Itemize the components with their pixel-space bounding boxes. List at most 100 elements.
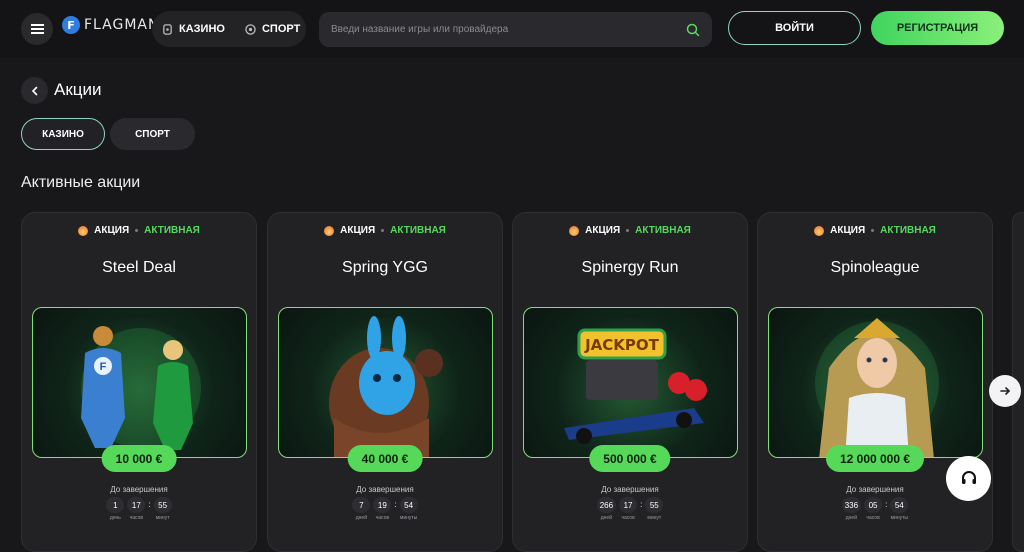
section-title: Активные акции xyxy=(21,174,141,191)
countdown-label: До завершения xyxy=(356,485,414,494)
card-meta: АКЦИЯ АКТИВНАЯ xyxy=(22,225,256,236)
timer-hours: 17 xyxy=(127,497,146,513)
timer-minutes: 54 xyxy=(399,497,418,513)
bunny-egg-illustration xyxy=(329,316,443,457)
timer-hours-label: часов xyxy=(129,515,144,521)
prize-badge: 12 000 000 € xyxy=(825,445,925,472)
countdown-label: До завершения xyxy=(601,485,659,494)
timer-hours-label: часов xyxy=(621,515,635,521)
separator-dot xyxy=(871,229,875,232)
status-badge: АКТИВНАЯ xyxy=(390,225,446,236)
promo-card[interactable]: АКЦИЯ АКТИВНАЯ Spinoleague 12 000 000 € … xyxy=(757,212,993,552)
separator-dot xyxy=(381,229,385,232)
superheroes-illustration: F xyxy=(81,326,201,450)
timer-days: 7 xyxy=(352,497,371,513)
top-header: F FLAGMAN КАЗИНО СПОРТ ВОЙТИ РЕГИСТРАЦИЯ xyxy=(0,0,1024,58)
arrow-right-icon xyxy=(1000,387,1011,395)
card-meta: АКЦИЯ АКТИВНАЯ xyxy=(513,225,747,236)
card-title: Spinergy Run xyxy=(581,259,679,276)
timer-days: 336 xyxy=(841,497,862,513)
separator-dot xyxy=(626,229,630,232)
timer-minutes-label: минуты xyxy=(890,515,908,521)
card-meta: АКЦИЯ АКТИВНАЯ xyxy=(758,225,992,236)
promo-image: F xyxy=(32,307,247,458)
timer-days-label: дней xyxy=(845,515,858,521)
timer-hours: 05 xyxy=(864,497,883,513)
prize-badge: 500 000 € xyxy=(589,445,671,472)
jackpot-race-illustration: JACKPOT xyxy=(564,328,707,444)
promo-card[interactable]: АКЦИЯ АКТИВНАЯ Steel Deal F 10 000 € До … xyxy=(21,212,257,552)
promo-image xyxy=(768,307,983,458)
flame-icon xyxy=(814,225,825,236)
tab-casino[interactable]: КАЗИНО xyxy=(21,118,105,150)
status-badge: АКТИВНАЯ xyxy=(635,225,691,236)
logo-text: FLAGMAN xyxy=(84,17,160,33)
timer-days-label: день xyxy=(109,515,121,521)
jackpot-sign: JACKPOT xyxy=(584,336,660,354)
countdown-timer: 7 дней 19 часов : 54 минуты xyxy=(268,497,502,521)
hero-emblem: F xyxy=(100,361,107,373)
timer-hours-label: часов xyxy=(866,515,880,521)
card-title: Spring YGG xyxy=(342,259,428,276)
logo[interactable]: F FLAGMAN xyxy=(62,16,159,34)
login-button[interactable]: ВОЙТИ xyxy=(728,11,861,45)
promo-card[interactable]: АКЦИЯ АКТИВНАЯ Spring YGG 40 000 € До за… xyxy=(267,212,503,552)
search-input[interactable] xyxy=(331,24,686,35)
menu-button[interactable] xyxy=(21,13,53,45)
countdown-label: До завершения xyxy=(110,485,168,494)
countdown-timer: 1 день 17 часов : 55 минут xyxy=(22,497,256,521)
goddess-illustration xyxy=(815,318,939,457)
timer-minutes-label: минут xyxy=(155,515,170,521)
register-button[interactable]: РЕГИСТРАЦИЯ xyxy=(871,11,1004,45)
promo-image xyxy=(278,307,493,458)
timer-days-label: дней xyxy=(355,515,367,521)
promo-card[interactable]: АКЦИЯ АКТИВНАЯ Spinergy Run JACKPOT 500 … xyxy=(512,212,748,552)
nav-sport-label: СПОРТ xyxy=(261,23,301,35)
tab-sport[interactable]: СПОРТ xyxy=(110,118,195,150)
headset-icon xyxy=(961,470,976,484)
countdown-timer: 266 дней 17 часов : 55 минут xyxy=(513,497,747,521)
timer-days: 266 xyxy=(596,497,617,513)
timer-minutes-label: минуты xyxy=(399,515,418,521)
logo-mark: F xyxy=(62,16,80,34)
back-button[interactable] xyxy=(21,77,48,104)
timer-days-label: дней xyxy=(600,515,613,521)
flame-icon xyxy=(78,225,89,236)
casino-icon xyxy=(163,23,172,35)
page-title: Акции xyxy=(54,80,102,99)
timer-days: 1 xyxy=(106,497,125,513)
timer-minutes-label: минут xyxy=(647,515,662,521)
timer-colon: : xyxy=(640,500,643,509)
search-icon[interactable] xyxy=(686,23,700,37)
timer-colon: : xyxy=(394,500,397,509)
promo-tag: АКЦИЯ xyxy=(585,225,621,236)
timer-minutes: 54 xyxy=(890,497,909,513)
card-meta: АКЦИЯ АКТИВНАЯ xyxy=(268,225,502,236)
status-badge: АКТИВНАЯ xyxy=(880,225,936,236)
flame-icon xyxy=(569,225,580,236)
nav-casino[interactable]: КАЗИНО xyxy=(152,11,235,47)
flame-icon xyxy=(324,225,335,236)
search-bar xyxy=(319,12,712,47)
timer-colon: : xyxy=(885,500,888,509)
card-title: Spinoleague xyxy=(830,259,920,276)
hamburger-icon xyxy=(30,28,44,30)
promo-tag: АКЦИЯ xyxy=(94,225,130,236)
nav-casino-label: КАЗИНО xyxy=(179,23,225,35)
prize-badge: 40 000 € xyxy=(347,445,423,472)
promo-image: JACKPOT xyxy=(523,307,738,458)
timer-minutes: 55 xyxy=(645,497,664,513)
nav-sport[interactable]: СПОРТ xyxy=(235,11,310,47)
carousel-next-button[interactable] xyxy=(989,375,1021,407)
timer-hours: 17 xyxy=(619,497,638,513)
countdown-timer: 336 дней 05 часов : 54 минуты xyxy=(758,497,992,521)
prize-badge: 10 000 € xyxy=(101,445,177,472)
support-chat-button[interactable] xyxy=(946,456,991,501)
timer-hours: 19 xyxy=(373,497,392,513)
status-badge: АКТИВНАЯ xyxy=(144,225,200,236)
timer-colon: : xyxy=(148,500,151,509)
timer-minutes: 55 xyxy=(153,497,172,513)
promo-tag: АКЦИЯ xyxy=(830,225,866,236)
chevron-left-icon xyxy=(31,86,37,95)
ball-icon xyxy=(245,23,256,35)
